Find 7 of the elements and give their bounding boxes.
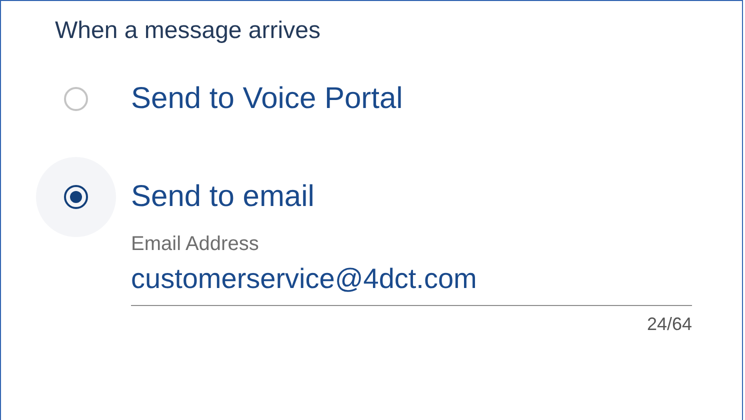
option-label[interactable]: Send to Voice Portal bbox=[131, 82, 403, 116]
field-label: Email Address bbox=[131, 232, 260, 257]
character-counter: 24/64 bbox=[646, 314, 692, 335]
option-label[interactable]: Send to email bbox=[131, 180, 314, 214]
email-field[interactable]: customerservice@4dct.com bbox=[131, 257, 692, 306]
radio-button[interactable] bbox=[64, 185, 88, 209]
section-title: When a message arrives bbox=[55, 16, 322, 46]
